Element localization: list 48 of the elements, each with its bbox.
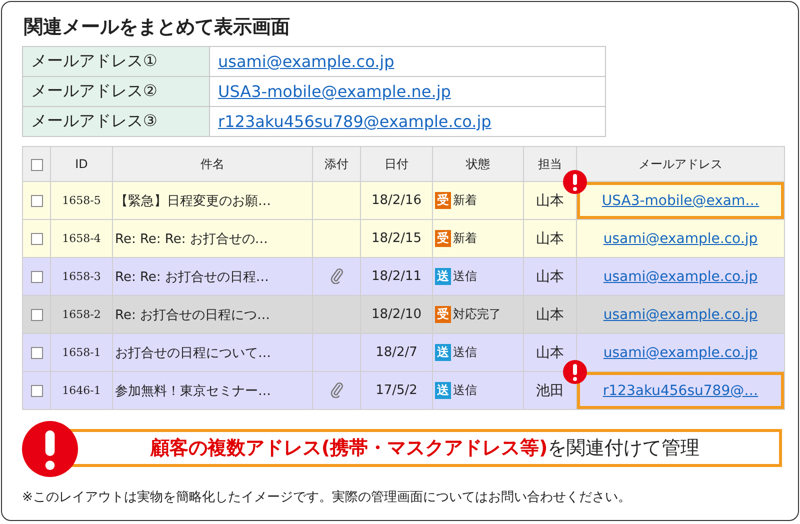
status-badge: 受 bbox=[435, 306, 451, 323]
email-link[interactable]: r123aku456su789@example.co.jp bbox=[218, 112, 492, 131]
status-text: 送信 bbox=[453, 383, 477, 397]
checkbox[interactable] bbox=[30, 384, 42, 397]
paperclip-icon bbox=[330, 266, 344, 284]
checkbox[interactable] bbox=[30, 232, 42, 245]
email-link[interactable]: usami@example.co.jp bbox=[603, 230, 758, 246]
status-text: 新着 bbox=[453, 231, 477, 245]
column-header: 添付 bbox=[312, 146, 360, 182]
address-label: メールアドレス② bbox=[22, 76, 210, 106]
status-text: 送信 bbox=[453, 269, 477, 283]
table-cell: 1646-1 bbox=[50, 372, 112, 410]
checkbox[interactable] bbox=[30, 346, 42, 359]
address-label: メールアドレス① bbox=[22, 46, 210, 76]
email-link[interactable]: r123aku456su789@… bbox=[602, 382, 758, 398]
checkbox[interactable] bbox=[30, 270, 42, 283]
status-badge: 送 bbox=[435, 344, 451, 361]
footnote: ※このレイアウトは実物を簡略化したイメージです。実際の管理画面についてはお問い合わせください。 bbox=[22, 489, 632, 506]
table-cell: 参加無料！東京セミナー… bbox=[112, 372, 312, 410]
checkbox[interactable] bbox=[30, 194, 42, 207]
status-text: 対応完了 bbox=[453, 307, 501, 321]
column-header: ID bbox=[50, 146, 112, 182]
exclamation-icon bbox=[563, 360, 587, 384]
status-badge: 受 bbox=[435, 192, 451, 209]
email-link[interactable]: USA3-mobile@exam… bbox=[602, 192, 760, 208]
page-title: 関連メールをまとめて表示画面 bbox=[24, 15, 291, 40]
status-badge: 受 bbox=[435, 230, 451, 247]
exclamation-icon bbox=[563, 170, 587, 194]
email-link[interactable]: usami@example.co.jp bbox=[603, 344, 758, 360]
email-link[interactable]: usami@example.co.jp bbox=[218, 52, 394, 71]
email-link[interactable]: usami@example.co.jp bbox=[603, 306, 758, 322]
email-link[interactable]: usami@example.co.jp bbox=[603, 268, 758, 284]
column-header: 日付 bbox=[360, 146, 432, 182]
column-header: メールアドレス bbox=[576, 146, 784, 182]
paperclip-icon bbox=[330, 380, 344, 398]
column-header: 件名 bbox=[112, 146, 312, 182]
exclamation-icon bbox=[22, 421, 78, 477]
status-text: 新着 bbox=[453, 193, 477, 207]
column-header: 担当 bbox=[524, 146, 576, 182]
checkbox[interactable] bbox=[30, 308, 42, 321]
address-label: メールアドレス③ bbox=[22, 106, 210, 136]
email-link[interactable]: USA3-mobile@example.ne.jp bbox=[218, 82, 451, 101]
status-badge: 送 bbox=[435, 268, 451, 285]
table-cell: 17/5/2 bbox=[360, 372, 432, 410]
status-badge: 送 bbox=[435, 382, 451, 399]
column-header: 状態 bbox=[432, 146, 524, 182]
status-text: 送信 bbox=[453, 345, 477, 359]
checkbox[interactable] bbox=[30, 158, 42, 171]
